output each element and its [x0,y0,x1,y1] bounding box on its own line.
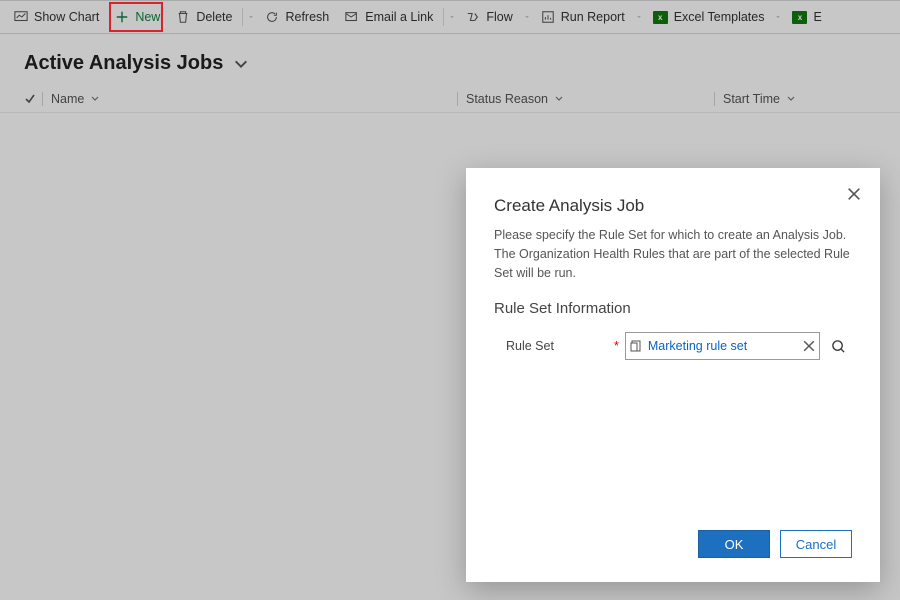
email-icon [345,10,359,24]
excel-templates-button[interactable]: x Excel Templates [645,3,773,31]
view-title: Active Analysis Jobs [24,52,223,75]
lookup-search-button[interactable] [824,332,852,360]
dialog-footer: OK Cancel [494,530,852,558]
rule-set-field: Rule Set * Marketing rule set [494,331,852,361]
column-start-time[interactable]: Start Time [715,92,900,106]
rule-set-value: Marketing rule set [648,339,797,353]
flow-button[interactable]: Flow [458,3,520,31]
cancel-button[interactable]: Cancel [780,530,852,558]
grid-header: Name Status Reason Start Time [0,85,900,113]
trash-icon [176,10,190,24]
chevron-down-icon [786,94,796,104]
record-icon [630,340,642,352]
select-all-checkbox[interactable] [0,93,42,105]
view-selector-chevron[interactable] [233,56,249,72]
excel-export-label: E [813,10,821,24]
flow-chevron[interactable] [521,3,533,31]
dialog-title: Create Analysis Job [494,196,852,216]
excel-templates-label: Excel Templates [674,10,765,24]
dialog-description: Please specify the Rule Set for which to… [494,226,852,282]
excel-export-button[interactable]: x E [784,3,821,31]
flow-icon [466,10,480,24]
excel-templates-chevron[interactable] [772,3,784,31]
dialog-section-title: Rule Set Information [494,300,852,317]
cancel-label: Cancel [796,537,836,552]
separator [242,8,243,26]
column-status-reason[interactable]: Status Reason [458,92,714,106]
required-indicator: * [614,339,619,353]
run-report-button[interactable]: Run Report [533,3,633,31]
new-label: New [135,10,160,24]
separator [443,8,444,26]
rule-set-lookup[interactable]: Marketing rule set [625,332,820,360]
column-start-label: Start Time [723,92,780,106]
email-split-chevron[interactable] [446,3,458,31]
chevron-down-icon [554,94,564,104]
app-root: Show Chart New Delete Refresh [0,0,900,600]
excel-icon: x [792,11,807,24]
excel-icon: x [653,11,668,24]
chart-icon [14,10,28,24]
refresh-icon [265,10,279,24]
refresh-label: Refresh [285,10,329,24]
command-bar: Show Chart New Delete Refresh [0,0,900,34]
ok-button[interactable]: OK [698,530,770,558]
view-header: Active Analysis Jobs [0,34,900,85]
column-name[interactable]: Name [43,92,457,106]
chevron-down-icon [90,94,100,104]
create-analysis-job-dialog: Create Analysis Job Please specify the R… [466,168,880,582]
email-link-label: Email a Link [365,10,433,24]
show-chart-label: Show Chart [34,10,99,24]
report-icon [541,10,555,24]
plus-icon [115,10,129,24]
clear-lookup-button[interactable] [803,340,815,352]
flow-label: Flow [486,10,512,24]
new-button[interactable]: New [107,3,168,31]
rule-set-label: Rule Set [494,339,614,353]
column-name-label: Name [51,92,84,106]
delete-label: Delete [196,10,232,24]
run-report-label: Run Report [561,10,625,24]
column-status-label: Status Reason [466,92,548,106]
delete-split-chevron[interactable] [245,3,257,31]
refresh-button[interactable]: Refresh [257,3,337,31]
dialog-close-button[interactable] [846,186,862,202]
email-link-button[interactable]: Email a Link [337,3,441,31]
run-report-chevron[interactable] [633,3,645,31]
show-chart-button[interactable]: Show Chart [6,3,107,31]
ok-label: OK [725,537,744,552]
delete-button[interactable]: Delete [168,3,240,31]
